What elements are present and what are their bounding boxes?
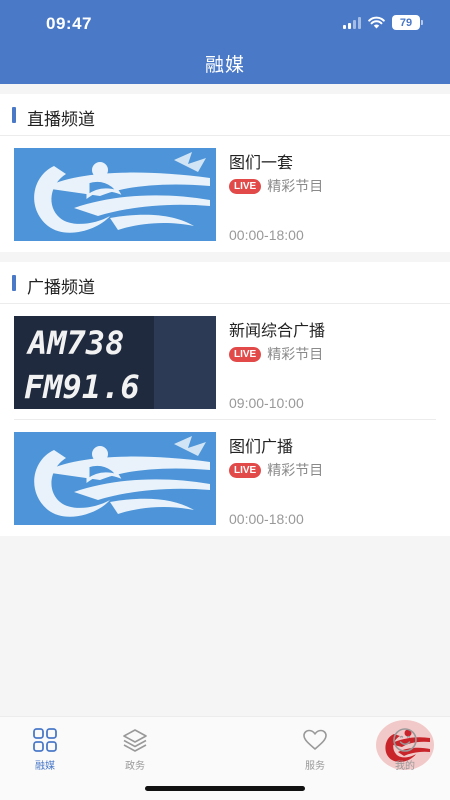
live-badge: LIVE: [229, 346, 262, 362]
tab-wode[interactable]: 我的: [360, 717, 450, 787]
channel-subtitle: 精彩节目: [267, 462, 324, 478]
tab-label: 我的: [395, 761, 415, 772]
live-badge: LIVE: [229, 462, 262, 478]
battery-level: 79: [399, 16, 413, 29]
channel-time: 00:00-18:00: [229, 511, 304, 527]
channel-time: 09:00-10:00: [229, 395, 304, 411]
battery-icon: 79: [392, 15, 423, 30]
fm-frequency: FM91.6: [24, 368, 140, 406]
app-header: 09:47 79 融媒: [0, 0, 450, 84]
live-row: LIVE 精彩节目: [229, 344, 323, 364]
channel-title: 图们一套: [229, 155, 294, 172]
wifi-icon: [368, 16, 385, 29]
section-accent-bar: [12, 107, 16, 123]
grid-icon: [33, 728, 57, 752]
tab-fuwu[interactable]: 服务: [270, 717, 360, 787]
section-live-channels: 直播频道 图们一套 LIVE 精彩节目 00:00-18:00: [0, 94, 450, 252]
channel-thumbnail: [14, 432, 216, 525]
status-time: 09:47: [46, 14, 92, 33]
channel-item-tumen-radio[interactable]: 图们广播 LIVE 精彩节目 00:00-18:00: [0, 420, 450, 536]
live-badge: LIVE: [229, 178, 262, 194]
channel-item-news-radio[interactable]: AM738 FM91.6 新闻综合广播 LIVE 精彩节目 09:00-10:0…: [0, 304, 450, 420]
status-icons: 79: [343, 15, 423, 30]
live-row: LIVE 精彩节目: [229, 460, 323, 480]
channel-subtitle: 精彩节目: [267, 178, 324, 194]
signal-icon: [343, 16, 361, 29]
am-fm-thumbnail: AM738 FM91.6: [14, 316, 216, 409]
tab-label: 服务: [305, 761, 325, 772]
tumen-logo-icon: [34, 152, 210, 233]
tumen-logo-icon: [34, 436, 210, 517]
tab-label: 融媒: [35, 761, 55, 772]
home-indicator[interactable]: [145, 786, 305, 791]
live-row: LIVE 精彩节目: [229, 176, 323, 196]
status-bar: 09:47 79: [0, 0, 450, 46]
channel-thumbnail: [14, 148, 216, 241]
tab-zhengwu[interactable]: 政务: [90, 717, 180, 787]
section-header: 直播频道: [0, 94, 450, 136]
layers-icon: [123, 729, 147, 752]
channel-thumbnail: AM738 FM91.6: [14, 316, 216, 409]
tab-center-logo[interactable]: [180, 717, 434, 787]
channel-title: 新闻综合广播: [229, 323, 326, 340]
page-title: 融媒: [204, 55, 245, 76]
heart-icon: [303, 729, 327, 750]
channel-subtitle: 精彩节目: [267, 346, 324, 362]
smiley-icon: [393, 728, 417, 752]
section-accent-bar: [12, 275, 16, 291]
tab-rongmei[interactable]: 融媒: [0, 717, 90, 787]
section-title: 直播频道: [27, 110, 95, 129]
section-title: 广播频道: [27, 278, 95, 297]
channel-time: 00:00-18:00: [229, 227, 304, 243]
channel-title: 图们广播: [229, 439, 294, 456]
section-radio-channels: 广播频道 AM738 FM91.6 新闻综合广播 LIVE 精彩节目 09:00…: [0, 262, 450, 536]
channel-item-tumen-1[interactable]: 图们一套 LIVE 精彩节目 00:00-18:00: [0, 136, 450, 252]
section-header: 广播频道: [0, 262, 450, 304]
tab-label: 政务: [125, 761, 145, 772]
am-frequency: AM738: [26, 324, 124, 362]
